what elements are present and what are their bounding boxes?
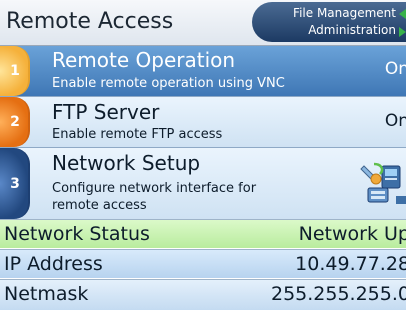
breadcrumb-administration[interactable]: Administration bbox=[308, 23, 396, 37]
menu-item-network-setup[interactable]: 3 Network Setup Configure network interf… bbox=[0, 147, 406, 219]
item-subtitle: Enable remote FTP access bbox=[52, 127, 223, 142]
header-bar: Remote Access File Management Administra… bbox=[0, 0, 406, 46]
back-arrow-icon bbox=[399, 9, 406, 19]
status-row-ip-address: IP Address 10.49.77.28 bbox=[0, 249, 406, 278]
item-number-badge: 3 bbox=[0, 148, 30, 219]
item-number-badge: 2 bbox=[0, 97, 30, 147]
remote-access-screen: Remote Access File Management Administra… bbox=[0, 0, 406, 310]
item-number: 3 bbox=[10, 175, 20, 192]
status-value: 10.49.77.28 bbox=[295, 253, 406, 275]
status-label: Netmask bbox=[4, 283, 89, 305]
item-subtitle: Enable remote operation using VNC bbox=[52, 76, 285, 91]
item-title: Remote Operation bbox=[52, 48, 236, 72]
item-subtitle-line1: Configure network interface for bbox=[52, 181, 257, 196]
status-row-network-status: Network Status Network Up bbox=[0, 219, 406, 248]
status-label: Network Status bbox=[4, 223, 150, 245]
item-title: FTP Server bbox=[52, 100, 160, 124]
breadcrumb-file-management[interactable]: File Management bbox=[293, 6, 396, 20]
menu-item-ftp-server[interactable]: 2 FTP Server Enable remote FTP access On bbox=[0, 96, 406, 147]
status-value: Network Up bbox=[298, 223, 406, 245]
breadcrumb[interactable]: File Management Administration bbox=[252, 2, 406, 42]
item-subtitle-line2: remote access bbox=[52, 198, 147, 213]
remote-operation-value[interactable]: On bbox=[385, 59, 406, 79]
item-number: 1 bbox=[10, 63, 20, 79]
ftp-server-value[interactable]: On bbox=[385, 111, 406, 131]
menu-item-remote-operation[interactable]: 1 Remote Operation Enable remote operati… bbox=[0, 46, 406, 96]
status-label: IP Address bbox=[4, 253, 103, 275]
status-value: 255.255.255.0 bbox=[270, 283, 406, 305]
status-row-netmask: Netmask 255.255.255.0 bbox=[0, 279, 406, 310]
item-number: 2 bbox=[10, 114, 20, 130]
item-title: Network Setup bbox=[52, 151, 201, 175]
network-setup-icon bbox=[360, 162, 406, 204]
page-title: Remote Access bbox=[6, 9, 174, 34]
item-number-badge: 1 bbox=[0, 46, 30, 96]
forward-arrow-icon bbox=[399, 27, 406, 37]
